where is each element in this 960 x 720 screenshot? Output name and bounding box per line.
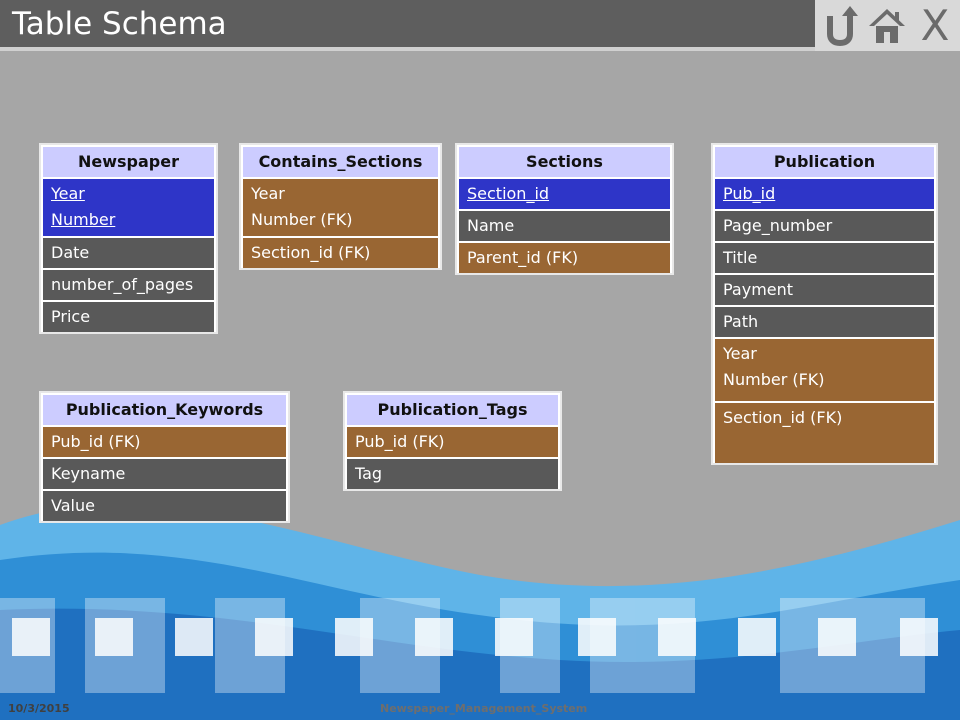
back-button[interactable] xyxy=(819,5,859,47)
table-contains-sections: Contains_Sections Year Number (FK) Secti… xyxy=(239,143,442,270)
undo-arrow-icon xyxy=(827,6,858,46)
footer-date: 10/3/2015 xyxy=(8,702,70,715)
home-icon xyxy=(869,9,905,43)
field-tag: Tag xyxy=(347,459,558,489)
field-parent-id-fk: Parent_id (FK) xyxy=(459,243,670,273)
page-title: Table Schema xyxy=(12,6,227,42)
field-section-id: Section_id xyxy=(459,179,670,209)
table-publication-tags: Publication_Tags Pub_id (FK) Tag xyxy=(343,391,562,491)
field-number-fk: Number (FK) xyxy=(251,210,353,229)
close-icon: X xyxy=(920,1,950,50)
navigation-panel: X xyxy=(815,0,960,51)
table-header: Publication xyxy=(715,147,934,177)
field-year: Year xyxy=(723,344,757,363)
field-section-id-fk: Section_id (FK) xyxy=(243,238,438,268)
field-pub-id-fk: Pub_id (FK) xyxy=(43,427,286,457)
table-sections: Sections Section_id Name Parent_id (FK) xyxy=(455,143,674,275)
field-number-fk: Number (FK) xyxy=(723,370,825,389)
foreign-key-group: Year Number (FK) xyxy=(243,179,438,236)
close-button[interactable]: X xyxy=(915,5,955,47)
home-button[interactable] xyxy=(867,5,907,47)
table-publication: Publication Pub_id Page_number Title Pay… xyxy=(711,143,938,465)
field-number: Number xyxy=(51,210,116,229)
field-number-of-pages: number_of_pages xyxy=(43,270,214,300)
field-pub-id: Pub_id xyxy=(715,179,934,209)
field-date: Date xyxy=(43,238,214,268)
footer-title: Newspaper_Management_System xyxy=(380,702,588,715)
field-price: Price xyxy=(43,302,214,332)
field-year: Year xyxy=(251,184,285,203)
table-publication-keywords: Publication_Keywords Pub_id (FK) Keyname… xyxy=(39,391,290,523)
table-header: Contains_Sections xyxy=(243,147,438,177)
table-header: Publication_Keywords xyxy=(43,395,286,425)
field-keyname: Keyname xyxy=(43,459,286,489)
primary-key-group: Year Number xyxy=(43,179,214,236)
field-pub-id-fk: Pub_id (FK) xyxy=(347,427,558,457)
table-header: Sections xyxy=(459,147,670,177)
title-bar: Table Schema xyxy=(0,0,815,51)
field-payment: Payment xyxy=(715,275,934,305)
table-header: Newspaper xyxy=(43,147,214,177)
field-name: Name xyxy=(459,211,670,241)
field-section-id-fk: Section_id (FK) xyxy=(715,403,934,463)
field-title: Title xyxy=(715,243,934,273)
table-newspaper: Newspaper Year Number Date number_of_pag… xyxy=(39,143,218,334)
table-header: Publication_Tags xyxy=(347,395,558,425)
field-path: Path xyxy=(715,307,934,337)
foreign-key-group: Year Number (FK) xyxy=(715,339,934,401)
field-page-number: Page_number xyxy=(715,211,934,241)
field-year: Year xyxy=(51,184,85,203)
field-value: Value xyxy=(43,491,286,521)
